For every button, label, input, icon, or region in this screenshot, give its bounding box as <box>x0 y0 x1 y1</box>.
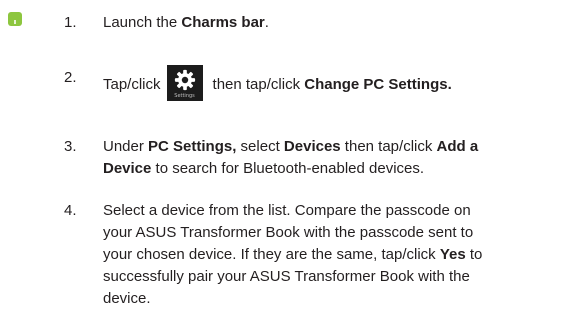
step-text-bold: Change PC Settings. <box>304 75 452 93</box>
gear-icon <box>174 69 195 91</box>
step-text-run: to search for Bluetooth-enabled devices. <box>151 160 425 177</box>
step-text: Launch the Charms bar. <box>103 12 503 34</box>
settings-tile-label: Settings <box>174 93 195 99</box>
step-number: 4. <box>64 202 77 219</box>
step-text-bold: Charms bar <box>181 14 265 31</box>
step-text-bold: PC Settings, <box>148 138 237 155</box>
step-text-run: . <box>264 14 269 31</box>
step-text-run: then tap/click <box>340 138 437 155</box>
step-text-run: Select a device from the list. Compare t… <box>103 202 474 263</box>
step-text-bold: Yes <box>439 246 466 263</box>
step-text: Under PC Settings, select Devices then t… <box>103 136 503 180</box>
step-text-run: then tap/click <box>212 75 305 93</box>
step-marker-icon <box>8 12 22 26</box>
step-number: 3. <box>64 138 77 155</box>
settings-charm-tile: Settings <box>166 65 203 101</box>
step-text-run: Tap/click <box>103 75 161 93</box>
step-number: 1. <box>64 14 77 31</box>
step-text-run: Under <box>103 138 149 155</box>
step-text-run: select <box>236 138 284 155</box>
step-text-bold: Devices <box>283 138 341 155</box>
step-number: 2. <box>64 69 77 86</box>
step-text-run: Launch the <box>103 14 182 31</box>
step-text: Select a device from the list. Compare t… <box>103 200 503 310</box>
step-text: Tap/click Settings then tap/click Change P… <box>103 65 503 103</box>
